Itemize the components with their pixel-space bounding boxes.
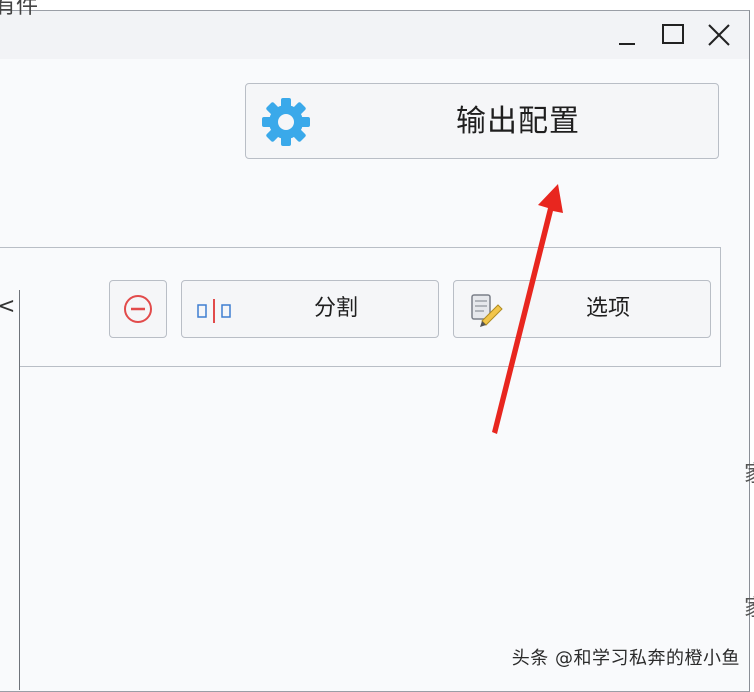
annotation-arrow-icon (492, 184, 563, 434)
watermark: 头条 @和学习私奔的橙小鱼 (511, 648, 740, 669)
background-text-fragment: 家 (744, 590, 754, 622)
background-text-fragment: 家 (744, 456, 754, 488)
